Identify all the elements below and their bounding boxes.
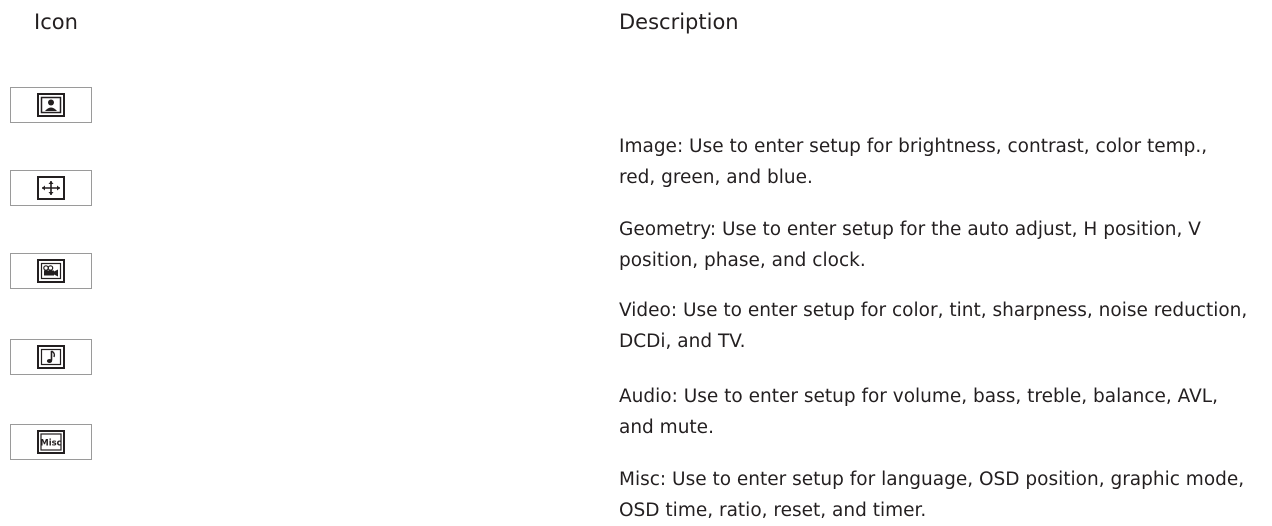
- video-description: Video: Use to enter setup for color, tin…: [619, 300, 1248, 352]
- misc-description: Misc: Use to enter setup for language, O…: [619, 469, 1245, 521]
- description-column-header: Description: [619, 10, 739, 34]
- geometry-button[interactable]: [10, 170, 92, 206]
- image-icon: [37, 93, 65, 117]
- image-button[interactable]: [10, 87, 92, 123]
- misc-icon-label: Misc: [40, 439, 61, 449]
- audio-icon: [37, 345, 65, 369]
- misc-button[interactable]: Misc: [10, 424, 92, 460]
- video-icon: [37, 259, 65, 283]
- image-description: Image: Use to enter setup for brightness…: [619, 136, 1208, 188]
- misc-icon: Misc: [37, 430, 65, 454]
- video-button[interactable]: [10, 253, 92, 289]
- geometry-icon: [37, 176, 65, 200]
- audio-button[interactable]: [10, 339, 92, 375]
- icon-column-header: Icon: [34, 10, 78, 34]
- geometry-description: Geometry: Use to enter setup for the aut…: [619, 219, 1201, 271]
- audio-description: Audio: Use to enter setup for volume, ba…: [619, 386, 1218, 438]
